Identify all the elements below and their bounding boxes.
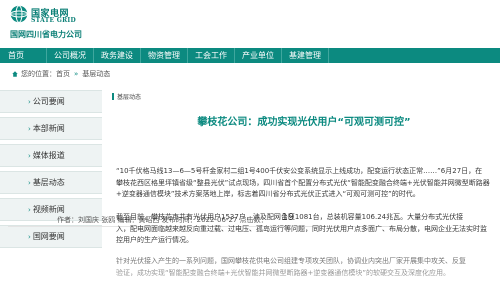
nav-item-infrastructure[interactable]: 基建管理	[282, 48, 329, 63]
nav-item-company-overview[interactable]: 公司概况	[47, 48, 94, 63]
section-tag: 基层动态	[112, 92, 141, 101]
article-paragraph: “10千伏格马线13—6—5号杆金家村二组1号400千伏安公变系统显示上线成功，…	[116, 166, 500, 201]
section-marker	[112, 93, 114, 100]
chevron-right-icon: ›	[28, 205, 31, 214]
sidebar-item-label: 媒体报道	[32, 151, 65, 160]
breadcrumb-section-link[interactable]: 基层动态	[82, 69, 110, 79]
nav-item-materials[interactable]: 物资管理	[141, 48, 188, 63]
nav-item-union[interactable]: 工会工作	[188, 48, 235, 63]
sidebar-item-label: 公司要闻	[32, 97, 65, 106]
breadcrumb-separator: »	[74, 70, 79, 78]
breadcrumb-home-link[interactable]: 首页	[56, 69, 70, 79]
paragraph-line: 入，配电网面临越来越反向重过载、过电压、孤岛运行等问题，同时光伏用户点多面广、布…	[116, 224, 487, 233]
sidebar-item-label: 本部新闻	[32, 124, 65, 133]
sidebar-item-sgcc-news[interactable]: › 国网要闻	[0, 225, 102, 248]
main-nav: 首页 公司概况 政务建设 物资管理 工会工作 产业单位 基建管理	[0, 48, 500, 63]
site-header: 国家电网 STATE GRID 国网四川省电力公司	[0, 0, 500, 44]
breadcrumb: 您的位置： 首页 » 基层动态	[12, 68, 110, 80]
chevron-right-icon: ›	[28, 232, 31, 241]
article-title: 攀枝花公司：成功实现光伏用户“可观可测可控”	[197, 117, 411, 128]
sidebar-item-company-news[interactable]: › 公司要闻	[0, 90, 102, 113]
paragraph-line: 针对光伏接入产生的一系列问题，国网攀枝花供电公司组建专项攻关团队，协调业内突出厂…	[116, 257, 466, 265]
state-grid-logo-icon[interactable]	[10, 5, 28, 23]
nav-item-industry-units[interactable]: 产业单位	[235, 48, 282, 63]
paragraph-line: “10千伏格马线13—6—5号杆金家村二组1号400千伏安公变系统显示上线成功，…	[116, 167, 483, 175]
sidebar-item-label: 国网要闻	[32, 232, 65, 241]
chevron-right-icon: ›	[28, 178, 31, 187]
article-paragraph: 截至目前，攀枝花市共有光伏用户1537户，涉及配网台区1081台，总装机容量10…	[116, 212, 500, 247]
brand-name-en: STATE GRID	[31, 17, 77, 24]
company-name: 国网四川省电力公司	[10, 30, 82, 39]
breadcrumb-prefix: 您的位置：	[21, 70, 56, 78]
nav-item-home[interactable]: 首页	[0, 48, 47, 63]
location-icon	[12, 71, 18, 77]
article-paragraph: 针对光伏接入产生的一系列问题，国网攀枝花供电公司组建专项攻关团队，协调业内突出厂…	[116, 256, 500, 279]
nav-item-governance[interactable]: 政务建设	[94, 48, 141, 63]
sidebar-item-grassroots[interactable]: › 基层动态	[0, 171, 102, 194]
sidebar: › 公司要闻 › 本部新闻 › 媒体报道 › 基层动态 › 视频新闻 › 国网要闻	[0, 90, 102, 252]
sidebar-item-media-reports[interactable]: › 媒体报道	[0, 144, 102, 167]
paragraph-line: 控用户的生产运行情况。	[116, 236, 193, 244]
sidebar-item-hq-news[interactable]: › 本部新闻	[0, 117, 102, 140]
sidebar-item-label: 基层动态	[32, 178, 65, 187]
paragraph-line: 验证，成功实现“智能配变融合终端+光伏智能并网微型断路器+逆变器通信模块”的软硬…	[116, 268, 450, 277]
paragraph-line: 截至目前，攀枝花市共有光伏用户1537户，涉及配网台区1081台，总装机容量10…	[116, 213, 464, 221]
paragraph-line: 攀枝花西区格里坪镇省级“整县光伏”试点现场，四川省首个配置分布式光伏“智能配变融…	[116, 178, 490, 187]
paragraph-line: +逆变器通信模块”技术方案落地上岸，标志着四川省分布式光伏正式进入“可观可测可控…	[116, 190, 420, 198]
chevron-right-icon: ›	[28, 124, 31, 133]
chevron-right-icon: ›	[28, 97, 31, 106]
section-tag-label: 基层动态	[117, 94, 142, 101]
chevron-right-icon: ›	[28, 151, 31, 160]
